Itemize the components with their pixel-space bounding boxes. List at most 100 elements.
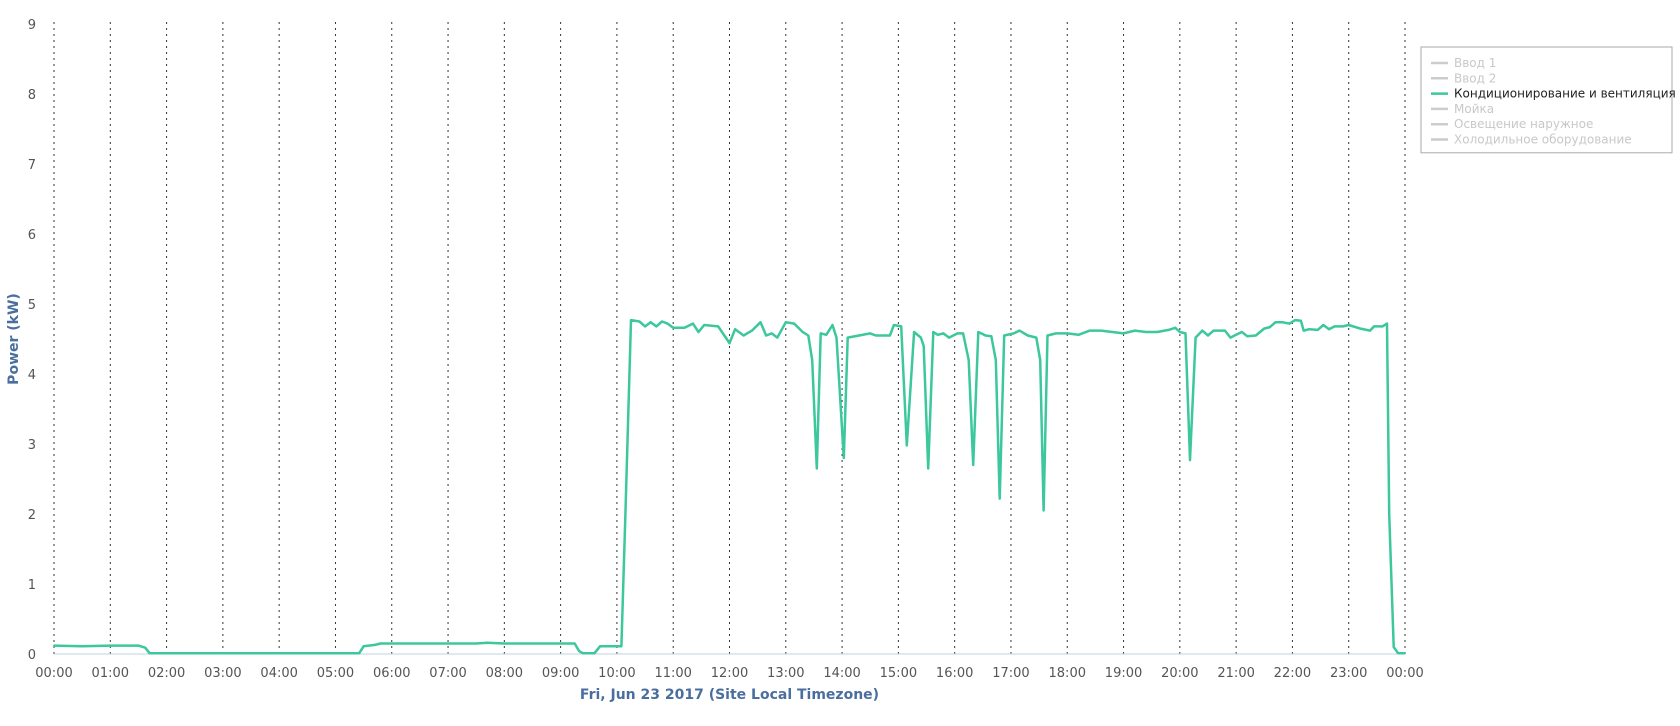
legend-item[interactable]: Освещение наружное [1431,117,1593,131]
data-point [661,320,663,323]
data-point [728,342,731,345]
data-point [1342,325,1345,328]
legend-item[interactable]: Холодильное оборудование [1431,133,1632,147]
data-point [793,322,796,325]
data-point [503,642,506,645]
legend-label: Ввод 2 [1454,71,1496,85]
data-point [334,652,337,655]
data-point [942,332,945,335]
data-point [842,457,845,459]
data-point [1288,322,1291,325]
data-point [919,336,922,339]
data-point [811,359,814,361]
data-point [1042,509,1045,512]
data-point [447,642,449,645]
y-tick-label: 7 [28,158,36,173]
data-point [1359,327,1361,330]
x-tick-label: 22:00 [1274,666,1311,681]
data-point [655,325,658,328]
data-point [1026,334,1029,337]
data-point [831,324,834,326]
data-point [858,334,860,337]
data-point [990,335,993,338]
data-point [1167,328,1170,331]
data-point [1088,329,1091,332]
data-point [638,320,641,323]
data-point [278,652,281,655]
data-point [1316,328,1319,331]
data-point [1322,324,1325,326]
chart-container: Power (kW) Fri, Jun 23 2017 (Site Local … [0,0,1680,726]
data-point [900,325,903,328]
data-point [819,332,822,335]
data-point [994,359,997,361]
data-point [751,329,753,332]
data-point [1018,329,1021,332]
x-tick-label: 01:00 [92,666,129,681]
data-point [835,336,838,339]
y-tick-label: 0 [28,648,36,663]
data-point [1039,359,1042,361]
data-point [1229,336,1232,339]
axis-layer: Power (kW) Fri, Jun 23 2017 (Site Local … [6,293,879,703]
data-point [1392,646,1395,648]
x-tick-label: 13:00 [767,666,804,681]
data-point [358,652,361,655]
legend-label: Холодильное оборудование [1454,133,1632,147]
data-point [1156,331,1159,333]
data-point [559,642,562,645]
x-tick-label: 16:00 [936,666,973,681]
data-point [666,322,669,325]
data-point [1235,333,1238,336]
y-tick-label: 6 [28,228,36,243]
data-point [683,326,686,329]
data-point [1133,329,1136,332]
data-point [1299,319,1302,322]
x-tick-label: 05:00 [317,666,354,681]
data-point [620,645,623,648]
data-point [784,321,787,324]
x-tick-label: 20:00 [1161,666,1198,681]
x-tick-label: 23:00 [1330,666,1367,681]
data-point [1189,459,1191,462]
data-point [972,464,975,466]
data-point [1100,329,1102,332]
data-point [1207,334,1209,337]
data-point [1122,332,1125,335]
data-point [1046,334,1049,337]
x-tick-label: 00:00 [35,666,72,681]
data-point [956,332,959,335]
data-point [1003,334,1006,337]
x-axis-title: Fri, Jun 23 2017 (Site Local Timezone) [580,687,879,703]
data-point [1201,329,1204,332]
x-tick-label: 09:00 [542,666,579,681]
x-tick-label: 07:00 [429,666,466,681]
data-point [593,652,596,655]
data-point [734,328,737,331]
x-tick-label: 17:00 [992,666,1029,681]
x-tick-label: 06:00 [373,666,410,681]
legend-item[interactable]: Кондиционирование и вентиляция [1431,87,1676,101]
data-point [165,652,168,655]
x-tick-label: 14:00 [823,666,860,681]
data-point [109,644,112,647]
data-point [1240,331,1243,333]
data-point [1397,652,1400,655]
data-point [776,336,779,339]
data-point [697,331,700,333]
data-point [825,333,828,336]
data-point [905,444,908,447]
data-point [874,334,877,337]
data-point [81,645,84,648]
data-point [373,643,376,646]
data-point [922,345,925,347]
data-point [725,338,728,340]
x-tick-label: 18:00 [1049,666,1086,681]
data-point [1066,332,1069,335]
data-point [801,331,804,333]
data-point [1328,328,1330,331]
legend-label: Освещение наружное [1454,117,1593,131]
data-point [1263,327,1266,330]
data-point [765,334,768,337]
data-point [1246,335,1249,338]
